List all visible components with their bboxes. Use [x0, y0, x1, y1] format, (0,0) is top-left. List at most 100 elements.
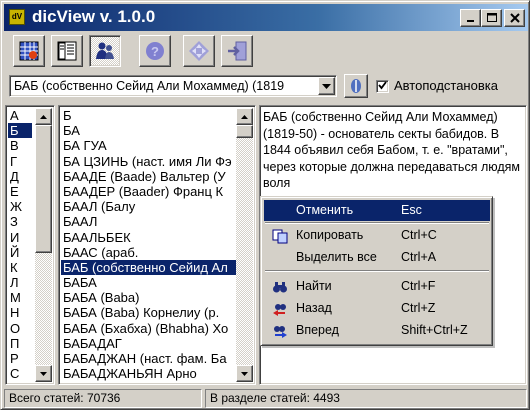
- letters-list[interactable]: АБВГДЕЖЗИЙКЛМНОПРС: [5, 105, 55, 385]
- word-item[interactable]: БААС (араб.: [61, 245, 237, 260]
- word-item[interactable]: Б: [61, 108, 237, 123]
- status-bar: Всего статей: 70736 В разделе статей: 44…: [4, 389, 528, 408]
- menu-item-shortcut: Ctrl+C: [401, 228, 437, 242]
- letter-item[interactable]: Б: [8, 123, 32, 139]
- letter-item[interactable]: В: [8, 138, 32, 153]
- menu-item[interactable]: Вперед Shift+Ctrl+Z: [264, 320, 490, 341]
- word-item[interactable]: БААДЕ (Baade) Вальтер (У: [61, 169, 237, 184]
- word-item[interactable]: БАБАДЖАНЬЯН Арно: [61, 366, 237, 381]
- word-item[interactable]: БААЛЬБЕК: [61, 230, 237, 245]
- close-button[interactable]: [504, 9, 525, 27]
- user-icon: [96, 42, 114, 59]
- letter-item[interactable]: Р: [8, 351, 32, 366]
- toolbar: ?: [7, 35, 527, 69]
- context-menu: Отменить Esc Копировать Ctrl+C Выделить все C…: [260, 196, 493, 346]
- autocomplete-label[interactable]: Автоподстановка: [394, 78, 498, 93]
- words-list[interactable]: Б БА БА ГУА БА ЦЗИНЬ (наст. имя Ли Фэ БААДЕ …: [58, 105, 256, 385]
- navigation-button[interactable]: [183, 35, 215, 67]
- help-icon: ?: [146, 42, 164, 60]
- word-item[interactable]: БААЛ (Балу: [61, 199, 237, 214]
- maximize-button[interactable]: [481, 9, 502, 27]
- word-item[interactable]: БААЛ: [61, 214, 237, 229]
- letters-items: АБВГДЕЖЗИЙКЛМНОПРС: [8, 108, 32, 381]
- word-item[interactable]: БА ЦЗИНЬ (наст. имя Ли Фэ: [61, 154, 237, 169]
- word-item[interactable]: БА: [61, 123, 237, 138]
- menu-item[interactable]: Выделить все Ctrl+A: [264, 247, 490, 268]
- arrow-up-icon: [241, 114, 248, 119]
- menu-item-label: Копировать: [296, 228, 364, 242]
- back-binoculars-icon: [273, 304, 286, 316]
- panels-icon: [57, 41, 77, 61]
- letter-item[interactable]: И: [8, 230, 32, 245]
- word-item[interactable]: БА ГУА: [61, 138, 237, 153]
- search-combobox[interactable]: БАБ (собственно Сейид Али Мохаммед) (181…: [9, 75, 337, 97]
- svg-text:?: ?: [151, 44, 159, 59]
- arrow-up-icon: [40, 114, 47, 119]
- word-item[interactable]: БАБА: [61, 275, 237, 290]
- words-scroll-thumb[interactable]: [236, 125, 253, 138]
- letter-item[interactable]: Н: [8, 305, 32, 320]
- menu-item-label: Вперед: [296, 323, 339, 337]
- letter-item[interactable]: Л: [8, 275, 32, 290]
- scroll-down-button[interactable]: [236, 365, 253, 382]
- dictionary-button[interactable]: [13, 35, 45, 67]
- app-icon[interactable]: dV: [9, 9, 25, 25]
- scroll-up-button[interactable]: [236, 108, 253, 125]
- combo-dropdown-button[interactable]: [318, 77, 335, 95]
- help-button[interactable]: ?: [139, 35, 171, 67]
- scroll-up-button[interactable]: [35, 108, 52, 125]
- word-item[interactable]: БАБАДАГ: [61, 336, 237, 351]
- exit-icon: [228, 41, 247, 61]
- menu-item-shortcut: Ctrl+F: [401, 279, 436, 293]
- words-items: Б БА БА ГУА БА ЦЗИНЬ (наст. имя Ли Фэ БААДЕ …: [61, 108, 237, 382]
- menu-item-shortcut: Ctrl+Z: [401, 301, 436, 315]
- letter-item[interactable]: П: [8, 336, 32, 351]
- words-scrollbar[interactable]: [236, 108, 253, 382]
- letters-scroll-thumb[interactable]: [35, 125, 52, 253]
- menu-item-label: Назад: [296, 301, 332, 315]
- status-section: В разделе статей: 4493: [205, 389, 527, 408]
- chevron-down-icon: [322, 83, 331, 89]
- search-input[interactable]: БАБ (собственно Сейид Али Мохаммед) (181…: [14, 79, 314, 93]
- forward-binoculars-icon: [274, 326, 287, 338]
- panels-button[interactable]: [51, 35, 83, 67]
- letter-item[interactable]: Ж: [8, 199, 32, 214]
- word-item[interactable]: БАБАДЖАН (наст. фам. Ба: [61, 351, 237, 366]
- letter-item[interactable]: С: [8, 366, 32, 381]
- letter-item[interactable]: Д: [8, 169, 32, 184]
- autocomplete-checkbox[interactable]: [376, 80, 389, 93]
- users-button[interactable]: [89, 35, 121, 67]
- title-bar[interactable]: dV dicView v. 1.0.0: [4, 4, 528, 31]
- main-window: dV dicView v. 1.0.0 ? БАБ (собственно Се…: [0, 0, 530, 410]
- letter-item[interactable]: Е: [8, 184, 32, 199]
- article-text[interactable]: БАБ (собственно Сейид Али Мохаммед) (181…: [263, 109, 525, 192]
- word-item[interactable]: БАБА (Baba): [61, 290, 237, 305]
- letter-item[interactable]: Г: [8, 154, 32, 169]
- menu-item-label: Найти: [296, 279, 332, 293]
- checkmark-icon: [378, 81, 387, 90]
- close-icon: [509, 13, 520, 23]
- arrow-down-icon: [241, 371, 248, 376]
- menu-item[interactable]: Назад Ctrl+Z: [264, 298, 490, 319]
- word-item[interactable]: БАБ (собственно Сейид Ал: [61, 259, 237, 276]
- exit-button[interactable]: [221, 35, 253, 67]
- scroll-down-button[interactable]: [35, 365, 52, 382]
- menu-item[interactable]: Найти Ctrl+F: [264, 276, 490, 297]
- copy-icon: [272, 229, 288, 244]
- letter-item[interactable]: А: [8, 108, 32, 123]
- letter-item[interactable]: З: [8, 214, 32, 229]
- word-item[interactable]: БААДЕР (Baader) Франц К: [61, 184, 237, 199]
- menu-item[interactable]: Отменить Esc: [264, 200, 490, 221]
- word-item[interactable]: БАБА (Baba) Корнелиу (р.: [61, 305, 237, 320]
- letter-item[interactable]: К: [8, 260, 32, 275]
- window-title: dicView v. 1.0.0: [32, 7, 156, 26]
- letter-item[interactable]: Й: [8, 245, 32, 260]
- pronounce-button[interactable]: [344, 74, 368, 98]
- word-item[interactable]: БАБА (Бхабха) (Bhabha) Хо: [61, 321, 237, 336]
- letter-item[interactable]: М: [8, 290, 32, 305]
- menu-item[interactable]: Копировать Ctrl+C: [264, 225, 490, 246]
- letters-scrollbar[interactable]: [35, 108, 52, 382]
- menu-item-shortcut: Shift+Ctrl+Z: [401, 323, 468, 337]
- minimize-button[interactable]: [460, 9, 481, 27]
- letter-item[interactable]: О: [8, 321, 32, 336]
